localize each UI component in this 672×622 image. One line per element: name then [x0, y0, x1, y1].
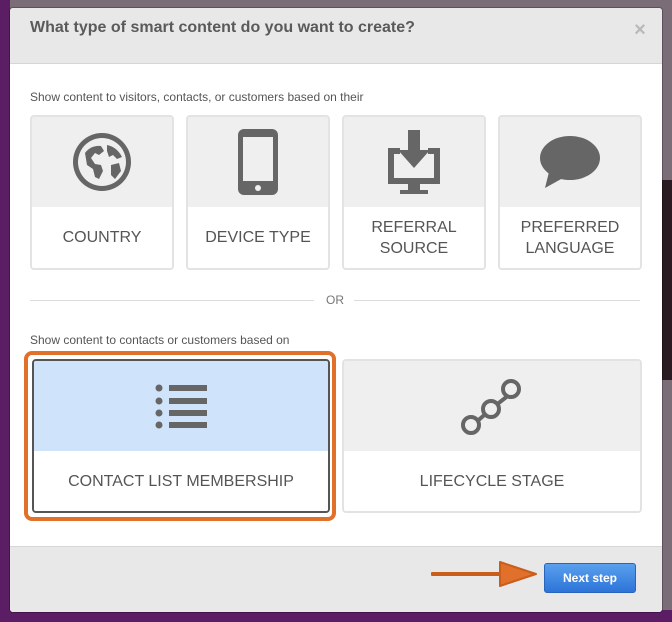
download-monitor-icon [388, 130, 440, 194]
card-label: COUNTRY [32, 207, 172, 268]
card-country[interactable]: COUNTRY [30, 115, 174, 270]
divider-line-left [30, 300, 314, 301]
card-label: LIFECYCLE STAGE [344, 451, 640, 511]
close-icon[interactable]: × [632, 20, 648, 40]
card-icon-area [32, 117, 172, 207]
section-contacts-label: Show content to contacts or customers ba… [30, 333, 290, 347]
card-device-type[interactable]: DEVICE TYPE [186, 115, 330, 270]
lifecycle-nodes-icon [461, 379, 521, 435]
mobile-device-icon [238, 129, 278, 195]
divider-line-right [354, 300, 640, 301]
card-lifecycle-stage[interactable]: LIFECYCLE STAGE [342, 359, 642, 513]
globe-icon [73, 133, 131, 191]
card-label: REFERRAL SOURCE [344, 207, 484, 268]
smart-content-modal: What type of smart content do you want t… [10, 8, 662, 612]
card-referral-source[interactable]: REFERRAL SOURCE [342, 115, 486, 270]
card-icon-area [500, 117, 640, 207]
modal-header: What type of smart content do you want t… [10, 8, 662, 64]
background-sidebar-strip [0, 0, 10, 622]
annotation-arrow-icon [431, 561, 537, 587]
annotation-highlight [24, 351, 336, 521]
next-step-button[interactable]: Next step [544, 563, 636, 593]
card-label: DEVICE TYPE [188, 207, 328, 268]
section-visitors-label: Show content to visitors, contacts, or c… [30, 90, 364, 104]
modal-title: What type of smart content do you want t… [30, 19, 415, 36]
card-preferred-language[interactable]: PREFERRED LANGUAGE [498, 115, 642, 270]
speech-bubble-icon [540, 136, 600, 188]
card-label: PREFERRED LANGUAGE [500, 207, 640, 268]
divider-or-text: OR [326, 293, 344, 307]
modal-footer: Next step [10, 546, 662, 612]
card-icon-area [344, 361, 640, 451]
card-icon-area [188, 117, 328, 207]
card-icon-area [344, 117, 484, 207]
